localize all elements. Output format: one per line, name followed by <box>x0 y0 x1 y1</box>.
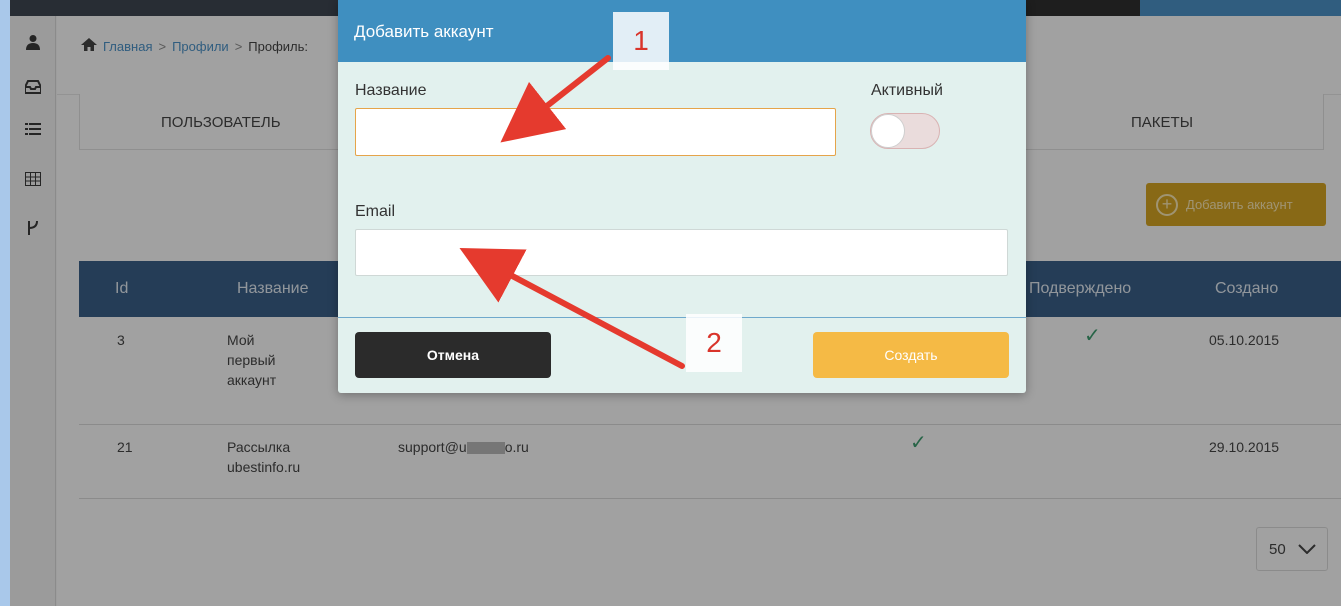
app-window: Главная > Профили > Профиль: ПОЛЬЗОВАТЕЛ… <box>10 0 1341 606</box>
annotation-marker-1: 1 <box>613 12 669 70</box>
annotation-marker-2: 2 <box>686 314 742 372</box>
annotation-arrows <box>459 55 685 369</box>
arrow-to-name-input <box>500 55 611 143</box>
arrow-to-email-input <box>459 247 685 369</box>
